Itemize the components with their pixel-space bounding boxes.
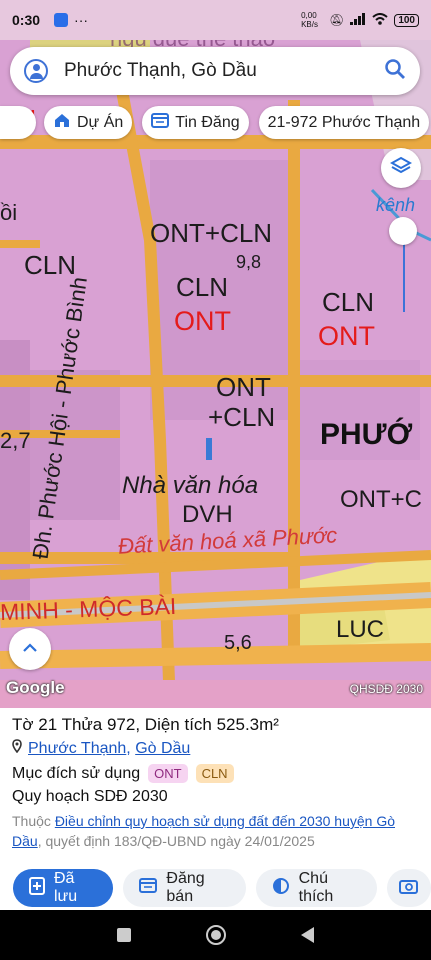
legend-button[interactable]: Chú thích xyxy=(255,869,377,907)
location-separator: , xyxy=(126,739,136,757)
chip-partial[interactable] xyxy=(0,106,36,139)
status-time: 0:30 xyxy=(12,12,41,28)
contrast-icon xyxy=(272,877,290,900)
parcel-title: Tờ 21 Thửa 972, Diện tích 525.3m² xyxy=(12,715,279,734)
map-label: ONT xyxy=(216,372,271,402)
action-buttons: Đã lưu Đăng bán Chú thích xyxy=(13,869,431,907)
search-icon[interactable] xyxy=(384,58,406,85)
map-label: Nhà văn hóa xyxy=(122,472,259,499)
map-label: ONT xyxy=(318,321,375,351)
opacity-slider-knob[interactable] xyxy=(389,217,417,245)
map-label: ONT xyxy=(174,306,231,336)
chip-label: Tin Đăng xyxy=(175,113,240,131)
map-label: 9,8 xyxy=(236,252,262,272)
map-label: CLN xyxy=(322,287,375,317)
legend-label: Chú thích xyxy=(298,870,334,905)
app-notification-icon xyxy=(54,13,69,27)
expand-up-button[interactable] xyxy=(9,628,51,670)
search-bar[interactable]: Phước Thạnh, Gò Dầu xyxy=(10,47,420,95)
status-more-dots: ··· xyxy=(74,12,89,28)
map-label: kênh xyxy=(376,195,416,215)
wifi-icon xyxy=(372,12,388,28)
ward-link[interactable]: Phước Thạnh xyxy=(28,740,126,757)
location-pin-icon xyxy=(12,739,22,758)
google-logo: Google xyxy=(6,678,65,697)
chip-tin-dang[interactable]: Tin Đăng xyxy=(142,106,249,139)
back-button[interactable] xyxy=(300,927,314,943)
net-speed: 0,00 KB/s xyxy=(301,11,318,29)
tag-ont: ONT xyxy=(148,764,188,783)
saved-button[interactable]: Đã lưu xyxy=(13,869,114,907)
note-suffix: , quyết định 183/QĐ-UBND ngày 24/01/2025 xyxy=(37,833,315,849)
search-input[interactable]: Phước Thạnh, Gò Dầu xyxy=(64,60,384,82)
chip-parcel[interactable]: 21-972 Phước Thạnh xyxy=(258,106,430,139)
purpose-label: Mục đích sử dụng xyxy=(12,764,141,782)
land-use-row: Mục đích sử dụng ONT CLN xyxy=(12,764,419,783)
add-photo-icon xyxy=(399,877,419,900)
chip-label: Dự Án xyxy=(77,113,124,131)
home-button[interactable] xyxy=(205,925,226,945)
battery-icon: 100 xyxy=(394,13,419,27)
parcel-location: Phước Thạnh, Gò Dầu xyxy=(12,739,419,758)
system-nav-bar xyxy=(0,910,431,960)
map-label: ONT+CLN xyxy=(150,218,273,248)
saved-label: Đã lưu xyxy=(54,870,78,905)
map-view[interactable]: rigu due the thao PH ồi kênh ONT+CLN 9,8… xyxy=(0,40,431,708)
chevron-up-icon xyxy=(22,640,38,658)
district-link[interactable]: Gò Dầu xyxy=(135,740,190,757)
chip-du-an[interactable]: Dự Án xyxy=(44,106,133,139)
account-icon[interactable] xyxy=(24,59,48,83)
map-label: ồi xyxy=(0,200,18,225)
signal-icon xyxy=(350,12,366,28)
note-prefix: Thuộc xyxy=(12,813,55,829)
home-icon xyxy=(53,112,71,133)
listing-icon xyxy=(139,878,158,898)
map-label: DVH xyxy=(182,501,233,528)
photo-button[interactable] xyxy=(387,869,431,907)
mute-icon: 🔕︎ xyxy=(329,13,345,27)
map-label: 2,7 xyxy=(0,428,31,453)
map-label: +CLN xyxy=(208,402,276,432)
filter-chips: Dự Án Tin Đăng 21-972 Phước Thạnh xyxy=(44,106,430,139)
saved-icon xyxy=(29,876,45,900)
map-label: LUC xyxy=(336,616,385,643)
plan-label: Quy hoạch SDĐ 2030 xyxy=(12,788,168,805)
post-label: Đăng bán xyxy=(166,870,205,905)
map-label: CLN xyxy=(176,272,229,302)
layer-tag: QHSDĐ 2030 xyxy=(349,682,423,696)
tag-cln: CLN xyxy=(195,764,234,783)
listing-icon xyxy=(151,112,170,133)
recent-apps-button[interactable] xyxy=(117,928,132,942)
plan-note: Thuộc Điều chỉnh quy hoạch sử dụng đất đ… xyxy=(12,811,419,851)
map-label: PHƯỚ xyxy=(320,418,413,451)
map-label: 5,6 xyxy=(224,632,252,654)
status-bar: 0:30 ··· 0,00 KB/s 🔕︎ 100 xyxy=(0,0,431,40)
layers-icon xyxy=(389,156,413,181)
layers-button[interactable] xyxy=(381,148,421,188)
chip-label: 21-972 Phước Thạnh xyxy=(267,113,421,131)
map-label: ONT+C xyxy=(340,486,423,513)
post-button[interactable]: Đăng bán xyxy=(123,869,246,907)
parcel-info-sheet: Tờ 21 Thửa 972, Diện tích 525.3m² Phước … xyxy=(0,708,431,910)
